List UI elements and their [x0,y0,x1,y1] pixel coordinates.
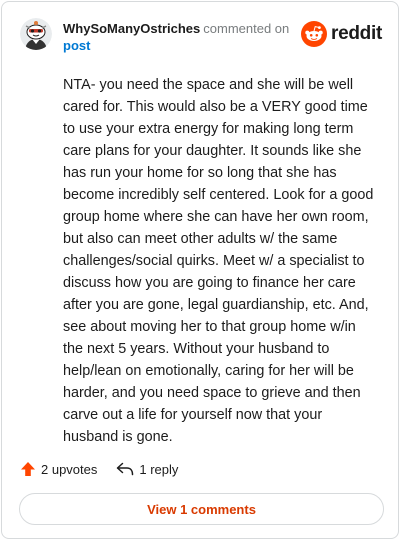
user-avatar[interactable] [20,18,52,50]
comment-body: NTA- you need the space and she will be … [63,77,374,445]
comment-meta: WhySoManyOstriches commented on post [63,20,303,54]
reply-button[interactable]: 1 reply [116,462,178,477]
comment-header: WhySoManyOstriches commented on post redd… [20,16,384,56]
reddit-logo[interactable]: reddit [301,20,382,48]
view-comments-button[interactable]: View 1 comments [19,493,384,525]
reply-count: 1 reply [139,461,179,477]
reply-arrow-icon [117,462,134,476]
comment-card: WhySoManyOstriches commented on post redd… [1,1,399,539]
comment-actions: 2 upvotes 1 reply [20,459,178,479]
snoo-avatar-icon [20,18,52,50]
upvote-count: 2 upvotes [41,461,98,477]
upvote-button[interactable]: 2 upvotes [20,461,97,477]
commented-on-label: commented on [203,21,290,36]
username-link[interactable]: WhySoManyOstriches [63,21,200,36]
reddit-wordmark: reddit [331,23,382,44]
upvote-arrow-icon [21,462,35,476]
post-link[interactable]: post [63,37,303,54]
reddit-alien-icon [301,21,328,47]
